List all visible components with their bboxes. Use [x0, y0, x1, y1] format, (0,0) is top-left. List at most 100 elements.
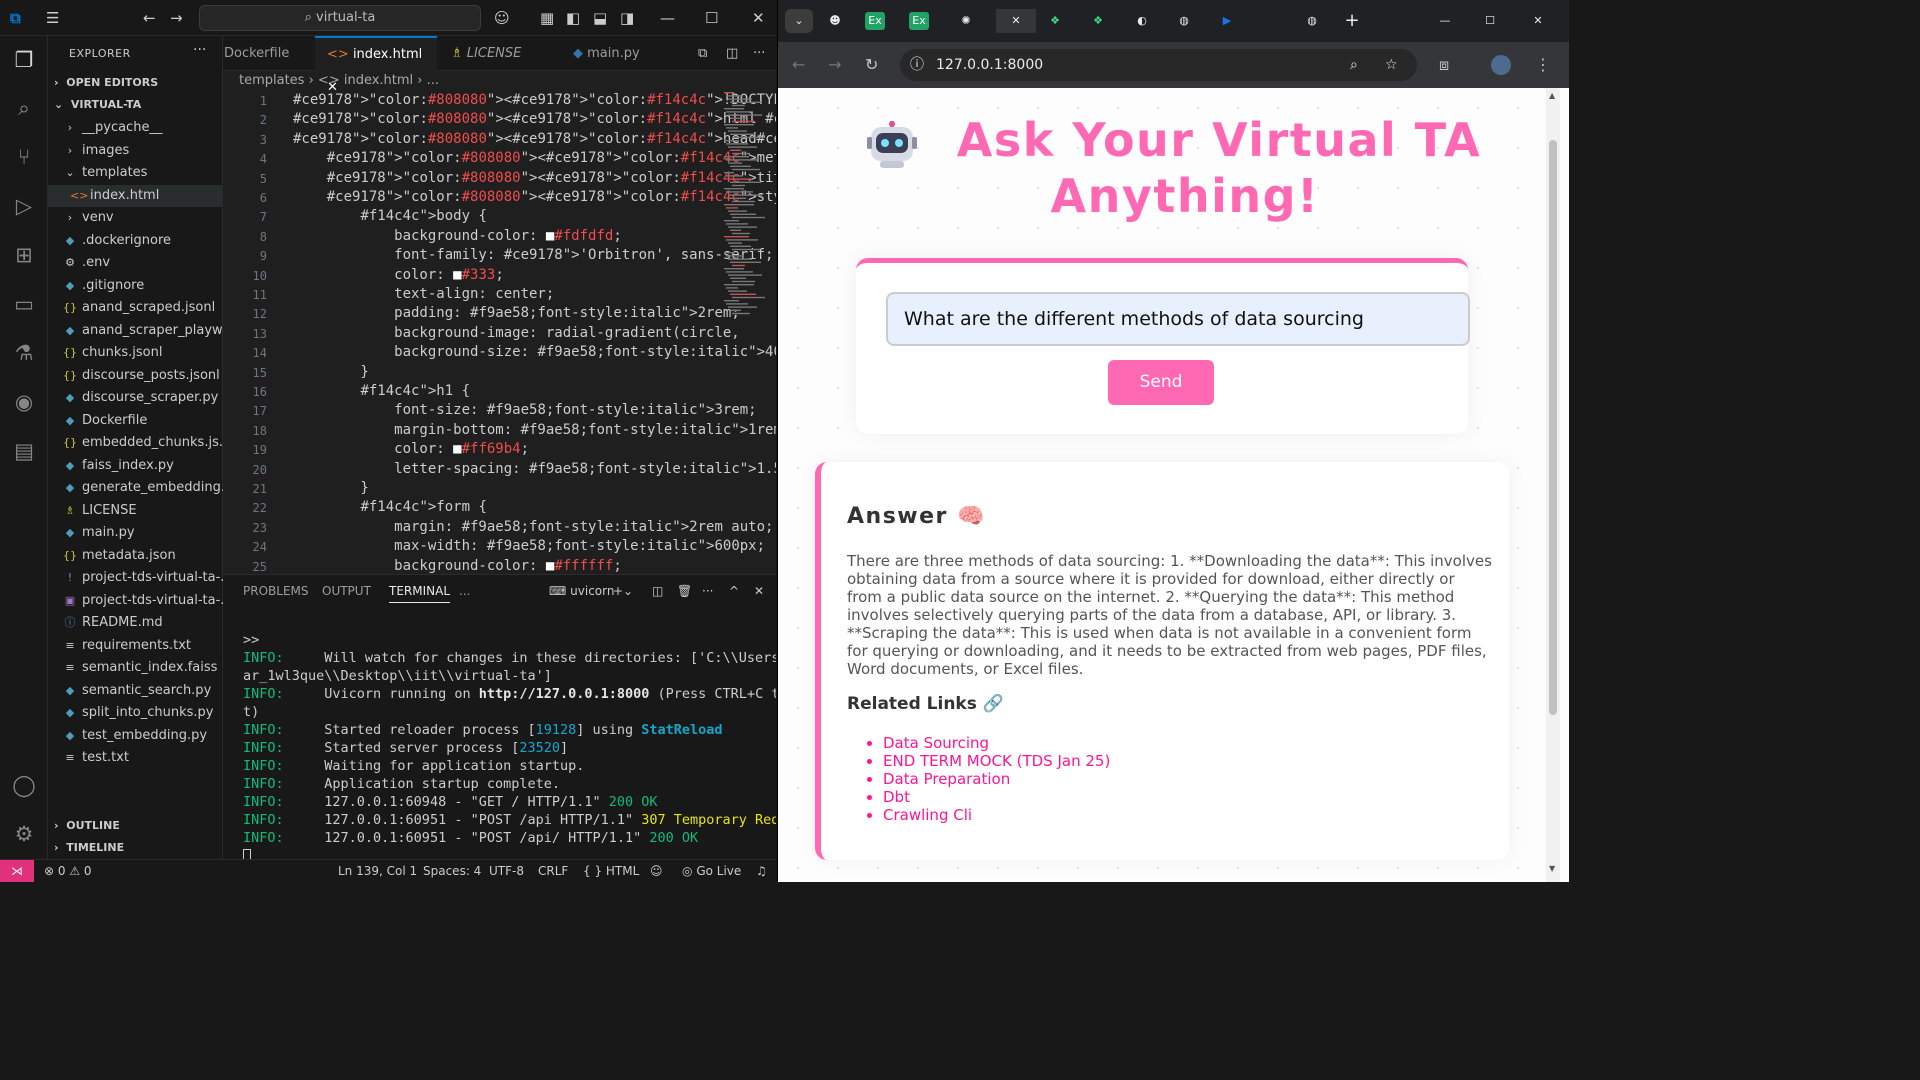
code-editor[interactable]: 1 #ce9178">"color:#808080"><#ce9178">"col… [223, 92, 776, 574]
more-actions-icon[interactable]: ··· [193, 42, 206, 58]
indentation[interactable]: Spaces: 4 [423, 864, 481, 878]
related-link[interactable]: END TERM MOCK (TDS Jan 25) [883, 752, 1110, 770]
tree-item[interactable]: ≡ test.txt [48, 747, 223, 769]
tab-dockerfile[interactable]: Dockerfile [223, 36, 315, 71]
run-debug-icon[interactable]: ▷ [10, 192, 38, 220]
bookmark-star-icon[interactable]: ☆ [1385, 49, 1398, 81]
zoom-icon[interactable]: ⌕ [1350, 49, 1358, 81]
project-section[interactable]: ⌄ VIRTUAL-TA [54, 98, 141, 111]
tree-item[interactable]: ⓘ README.md [48, 612, 223, 634]
tree-item[interactable]: ▣ project-tds-virtual-ta-... [48, 590, 223, 612]
tree-item[interactable]: ◆ .gitignore [48, 275, 223, 297]
tree-item[interactable]: ◆ split_into_chunks.py [48, 702, 223, 724]
tab-globe-icon[interactable]: ◍ [1170, 9, 1198, 33]
language-mode[interactable]: { } HTML [583, 864, 639, 878]
tree-item[interactable]: ◆ generate_embedding... [48, 477, 223, 499]
page-scrollbar[interactable]: ▲ ▼ [1546, 88, 1560, 882]
source-control-icon[interactable]: ⑂ [10, 143, 38, 171]
send-button[interactable]: Send [1108, 360, 1214, 405]
tab-license[interactable]: ♗ LICENSE [445, 36, 555, 71]
tree-item[interactable]: › venv [48, 207, 223, 229]
tree-item[interactable]: ⌄ templates [48, 162, 223, 184]
scroll-up-arrow-icon[interactable]: ▲ [1549, 91, 1555, 100]
back-arrow-icon[interactable]: ← [143, 8, 156, 28]
outline-section[interactable]: › OUTLINE [54, 819, 120, 832]
copilot-status-icon[interactable]: ☺ [650, 864, 663, 878]
tree-item[interactable]: {} chunks.jsonl [48, 342, 223, 364]
split-editor-icon[interactable]: ◫ [726, 36, 738, 71]
explorer-icon[interactable]: ❐ [10, 46, 38, 74]
tab-excel-icon[interactable]: Ex [909, 12, 929, 30]
terminal-more-icon[interactable]: ··· [702, 584, 713, 598]
tab-search-chevron-icon[interactable]: ⌄ [785, 9, 813, 33]
search-icon[interactable]: ⌕ [10, 94, 38, 122]
cursor-position[interactable]: Ln 139, Col 1 [338, 864, 417, 878]
new-terminal-icon[interactable]: +⌄ [613, 584, 633, 598]
close-window-icon[interactable]: ✕ [1524, 9, 1552, 33]
tab-chatgpt-icon[interactable]: ✺ [952, 9, 980, 33]
settings-gear-icon[interactable]: ⚙ [10, 820, 38, 848]
scroll-down-arrow-icon[interactable]: ▼ [1549, 864, 1555, 873]
related-link[interactable]: Crawling Cli [883, 806, 1110, 824]
site-info-icon[interactable]: ⓘ [910, 49, 924, 81]
close-panel-icon[interactable]: ✕ [754, 584, 764, 598]
question-input[interactable]: What are the different methods of data s… [886, 292, 1470, 346]
open-editors-section[interactable]: › OPEN EDITORS [54, 76, 158, 89]
forward-arrow-icon[interactable]: → [170, 8, 183, 28]
panel-more-icon[interactable]: ... [459, 584, 470, 598]
related-link[interactable]: Data Sourcing [883, 734, 1110, 752]
go-live-button[interactable]: ◎ Go Live [682, 864, 741, 878]
related-link[interactable]: Dbt [883, 788, 1110, 806]
tree-item[interactable]: ◆ discourse_scraper.py [48, 387, 223, 409]
tree-item[interactable]: ◆ faiss_index.py [48, 455, 223, 477]
reload-icon[interactable]: ↻ [865, 55, 878, 74]
notifications-bell-icon[interactable]: ♫ [756, 864, 767, 878]
maximize-icon[interactable]: ☐ [705, 8, 718, 28]
split-terminal-icon[interactable]: ◫ [652, 584, 663, 598]
tree-item[interactable]: › images [48, 140, 223, 162]
tab-app-icon[interactable]: ❖ [1041, 9, 1069, 33]
tree-item[interactable]: ⚙ .env [48, 252, 223, 274]
related-link[interactable]: Data Preparation [883, 770, 1110, 788]
tree-item[interactable]: › __pycache__ [48, 117, 223, 139]
line-ending[interactable]: CRLF [538, 864, 568, 878]
tree-item[interactable]: ≡ semantic_index.faiss [48, 657, 223, 679]
tree-item[interactable]: {} embedded_chunks.js... [48, 432, 223, 454]
terminal-selector[interactable]: ⌨ uvicorn [549, 584, 614, 598]
forward-arrow-icon[interactable]: → [828, 55, 841, 74]
tree-item[interactable]: ◆ Dockerfile [48, 410, 223, 432]
extensions-puzzle-icon[interactable]: ⧈ [1439, 55, 1449, 75]
address-bar[interactable]: ⓘ 127.0.0.1:8000 ⌕ ☆ [900, 49, 1417, 81]
tree-item[interactable]: {} anand_scraped.jsonl [48, 297, 223, 319]
tab-excel-icon[interactable]: Ex [865, 12, 885, 30]
maximize-panel-icon[interactable]: ^ [729, 584, 739, 598]
tab-app-icon[interactable]: ❖ [1084, 9, 1112, 33]
extensions-icon[interactable]: ⊞ [10, 241, 38, 269]
tab-problems[interactable]: PROBLEMS [243, 584, 309, 598]
timeline-section[interactable]: › TIMELINE [54, 841, 124, 854]
copilot-icon[interactable]: ☺ [494, 8, 510, 28]
tree-item[interactable]: ◆ semantic_search.py [48, 680, 223, 702]
minimize-icon[interactable]: — [660, 8, 675, 28]
scrollbar-thumb[interactable] [1549, 140, 1557, 715]
remote-explorer-icon[interactable]: ▭ [10, 290, 38, 318]
testing-icon[interactable]: ⚗ [10, 339, 38, 367]
tab-output[interactable]: OUTPUT [322, 584, 371, 598]
tree-item[interactable]: ! project-tds-virtual-ta-... [48, 567, 223, 589]
tree-item[interactable]: ◆ anand_scraper_playwr... [48, 320, 223, 342]
editor-more-icon[interactable]: ··· [753, 36, 765, 71]
open-preview-icon[interactable]: ⧉ [698, 36, 707, 71]
tab-index-html[interactable]: <> index.html ✕ [315, 36, 437, 95]
github-icon[interactable]: ◉ [10, 388, 38, 416]
tree-item[interactable]: ◆ test_embedding.py [48, 725, 223, 747]
toggle-panel-icon[interactable]: ⬓ [593, 8, 607, 28]
accounts-icon[interactable]: ◯ [10, 771, 38, 799]
tab-github-icon[interactable]: ◐ [1128, 9, 1156, 33]
tree-item[interactable]: ◆ main.py [48, 522, 223, 544]
tree-item[interactable]: <> index.html [48, 184, 223, 207]
containers-icon[interactable]: ▤ [10, 437, 38, 465]
maximize-icon[interactable]: ☐ [1476, 9, 1504, 33]
trash-icon[interactable]: 🗑 [677, 584, 692, 598]
layout-icon[interactable]: ▦ [540, 8, 554, 28]
toggle-sidebar-icon[interactable]: ◧ [566, 8, 580, 28]
